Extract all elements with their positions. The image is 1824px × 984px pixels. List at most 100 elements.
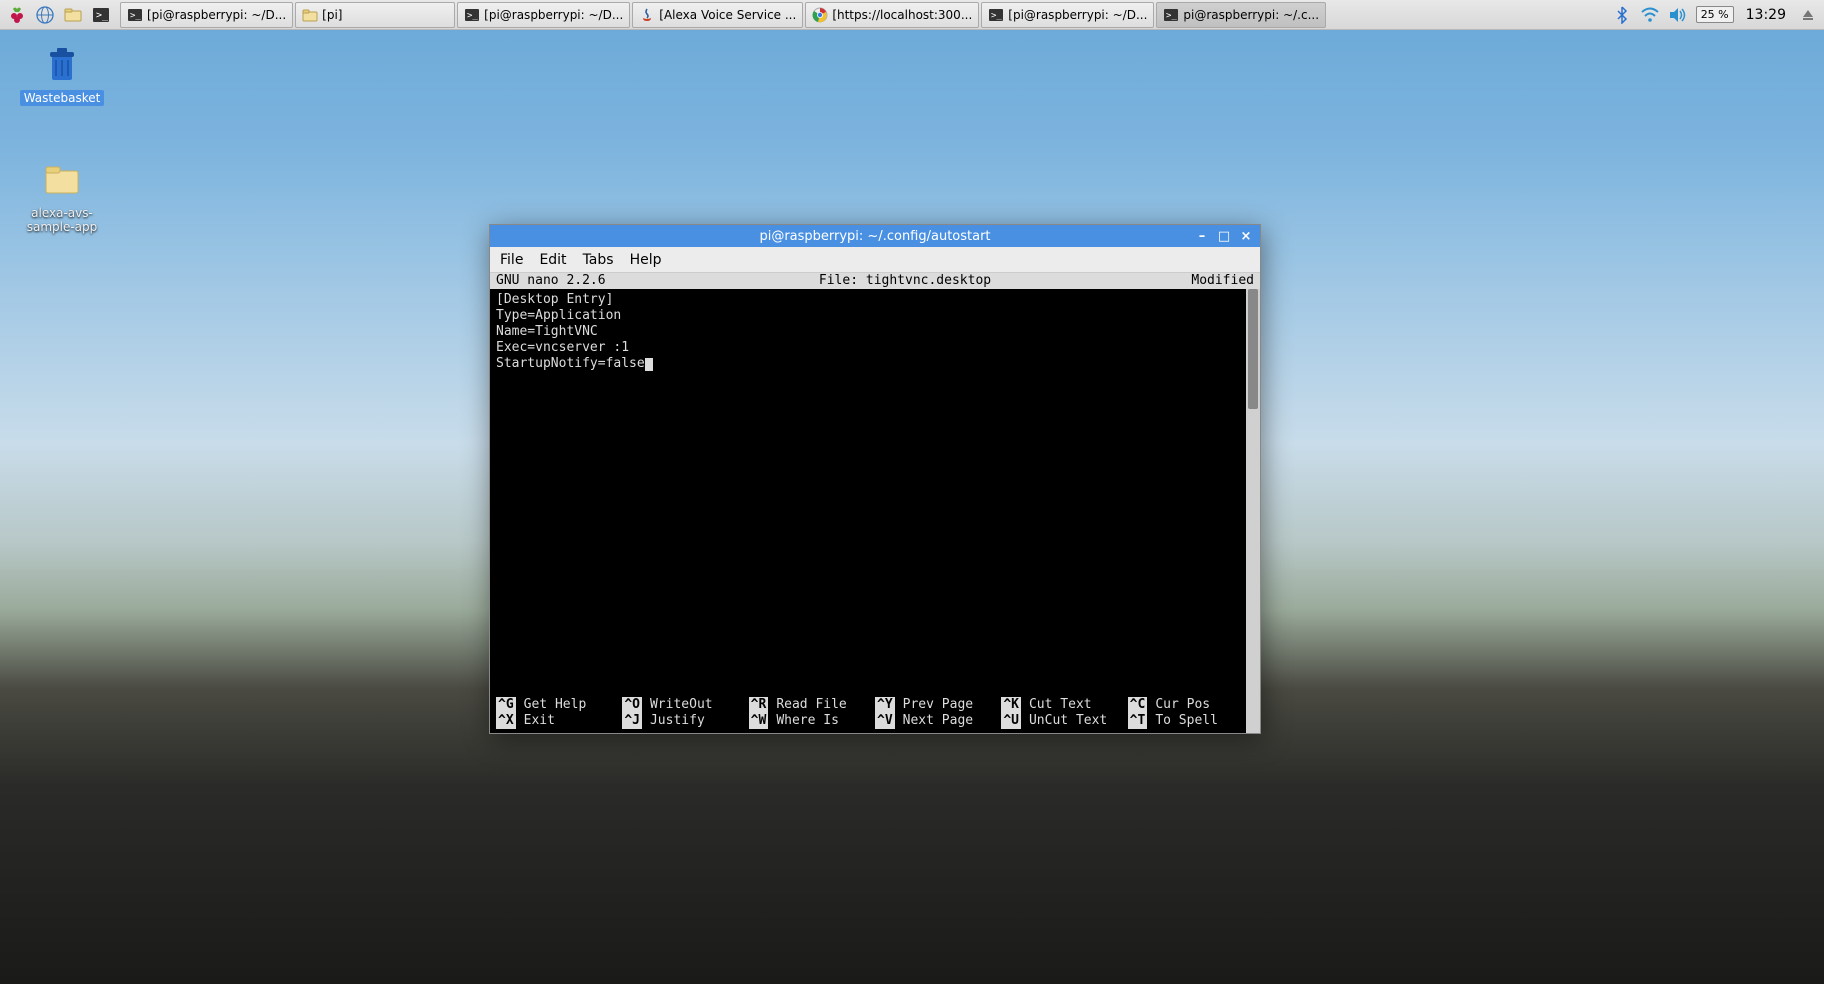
nano-shortcut: ^J Justify <box>622 713 748 729</box>
nano-shortcut: ^GGet Help <box>496 697 622 713</box>
volume-icon[interactable] <box>1668 5 1688 25</box>
shortcut-key: ^V <box>875 713 895 729</box>
nano-shortcuts: ^GGet Help^O WriteOut ^R Read File ^Y Prev Pa… <box>490 695 1260 733</box>
shortcut-key: ^U <box>1001 713 1021 729</box>
nano-shortcut: ^TTo Spell <box>1128 713 1254 729</box>
menu-edit[interactable]: Edit <box>539 252 566 268</box>
desktop-folder-label: alexa-avs-sample-app <box>20 205 104 235</box>
svg-text:>_: >_ <box>130 11 141 21</box>
window-titlebar[interactable]: pi@raspberrypi: ~/.config/autostart – □ … <box>490 225 1260 247</box>
taskbar-app-label: [pi@raspberrypi: ~/D... <box>147 8 286 22</box>
terminal-area[interactable]: GNU nano 2.2.6 File: tightvnc.desktop Mo… <box>490 273 1260 733</box>
nano-shortcut: ^U UnCut Text <box>1001 713 1127 729</box>
menu-help[interactable]: Help <box>630 252 662 268</box>
taskbar-app-button[interactable]: >_ [pi@raspberrypi: ~/D... <box>457 2 630 28</box>
nano-shortcut: ^XExit <box>496 713 622 729</box>
shortcut-key: ^X <box>496 713 516 729</box>
folder-icon <box>302 7 318 23</box>
trash-icon <box>38 40 86 88</box>
shortcut-key: ^R <box>749 697 769 713</box>
nano-shortcut: ^V Next Page <box>875 713 1001 729</box>
taskbar-app-buttons: >_ [pi@raspberrypi: ~/D... [pi] >_ [pi@raspb… <box>120 2 1612 28</box>
shortcut-key: ^J <box>622 713 642 729</box>
terminal-menubar: File Edit Tabs Help <box>490 247 1260 273</box>
browser-icon[interactable] <box>32 2 58 28</box>
terminal-window: pi@raspberrypi: ~/.config/autostart – □ … <box>489 224 1261 734</box>
shortcut-label: To Spell <box>1155 713 1218 729</box>
java-icon <box>639 7 655 23</box>
minimize-button[interactable]: – <box>1194 228 1210 244</box>
svg-text:>_: >_ <box>991 11 1002 21</box>
nano-shortcut: ^W Where Is <box>749 713 875 729</box>
shortcut-label: Justify <box>650 713 705 729</box>
editor-line: Exec=vncserver :1 <box>496 340 1254 356</box>
filemanager-icon[interactable] <box>60 2 86 28</box>
folder-icon <box>38 155 86 203</box>
shortcut-label: Read File <box>776 697 846 713</box>
nano-editor-body[interactable]: [Desktop Entry]Type=ApplicationName=Tigh… <box>490 289 1260 695</box>
taskbar-launchers: >_ <box>0 2 114 28</box>
shortcut-key: ^Y <box>875 697 895 713</box>
shortcut-label: Where Is <box>776 713 839 729</box>
systray: 25 % 13:29 <box>1612 5 1824 25</box>
terminal-launch-icon[interactable]: >_ <box>88 2 114 28</box>
terminal-icon: >_ <box>1163 7 1179 23</box>
terminal-icon: >_ <box>127 7 143 23</box>
shortcut-key: ^K <box>1001 697 1021 713</box>
bluetooth-icon[interactable] <box>1612 5 1632 25</box>
svg-text:>_: >_ <box>1166 11 1177 21</box>
taskbar-app-label: pi@raspberrypi: ~/.c... <box>1183 8 1319 22</box>
taskbar-app-label: [Alexa Voice Service ... <box>659 8 796 22</box>
desktop-folder-alexa[interactable]: alexa-avs-sample-app <box>20 155 104 235</box>
battery-indicator[interactable]: 25 % <box>1696 6 1734 23</box>
wifi-icon[interactable] <box>1640 5 1660 25</box>
window-controls: – □ × <box>1194 228 1254 244</box>
nano-status: Modified <box>1134 273 1254 289</box>
editor-line: StartupNotify=false <box>496 356 1254 372</box>
taskbar-app-label: [pi@raspberrypi: ~/D... <box>484 8 623 22</box>
taskbar-app-button[interactable]: [Alexa Voice Service ... <box>632 2 803 28</box>
maximize-button[interactable]: □ <box>1216 228 1232 244</box>
nano-shortcut: ^CCur Pos <box>1128 697 1254 713</box>
shortcut-key: ^C <box>1128 697 1148 713</box>
shortcut-label: Prev Page <box>903 697 973 713</box>
shortcut-key: ^O <box>622 697 642 713</box>
menu-tabs[interactable]: Tabs <box>583 252 614 268</box>
svg-text:>_: >_ <box>467 11 478 21</box>
scrollbar-thumb[interactable] <box>1248 289 1258 409</box>
text-cursor <box>645 358 653 371</box>
desktop-wastebasket-label: Wastebasket <box>20 90 105 106</box>
terminal-icon: >_ <box>988 7 1004 23</box>
editor-line: Type=Application <box>496 308 1254 324</box>
shortcut-label: Cut Text <box>1029 697 1092 713</box>
chrome-icon <box>812 7 828 23</box>
taskbar-app-button[interactable]: >_ [pi@raspberrypi: ~/D... <box>981 2 1154 28</box>
nano-version: GNU nano 2.2.6 <box>496 273 676 289</box>
taskbar-app-label: [https://localhost:300... <box>832 8 972 22</box>
desktop-wastebasket[interactable]: Wastebasket <box>20 40 104 106</box>
shortcut-key: ^W <box>749 713 769 729</box>
terminal-icon: >_ <box>464 7 480 23</box>
taskbar-app-button[interactable]: [https://localhost:300... <box>805 2 979 28</box>
shortcut-label: WriteOut <box>650 697 713 713</box>
taskbar-app-button[interactable]: [pi] <box>295 2 455 28</box>
menu-raspberry-icon[interactable] <box>4 2 30 28</box>
clock[interactable]: 13:29 <box>1742 7 1790 23</box>
nano-shortcut: ^R Read File <box>749 697 875 713</box>
taskbar-app-button[interactable]: >_ pi@raspberrypi: ~/.c... <box>1156 2 1326 28</box>
editor-line: Name=TightVNC <box>496 324 1254 340</box>
window-title: pi@raspberrypi: ~/.config/autostart <box>759 229 990 244</box>
shortcut-label: Next Page <box>903 713 973 729</box>
editor-line: [Desktop Entry] <box>496 292 1254 308</box>
nano-shortcut: ^Y Prev Page <box>875 697 1001 713</box>
nano-filename: File: tightvnc.desktop <box>676 273 1134 289</box>
menu-file[interactable]: File <box>500 252 523 268</box>
close-button[interactable]: × <box>1238 228 1254 244</box>
taskbar-app-button[interactable]: >_ [pi@raspberrypi: ~/D... <box>120 2 293 28</box>
eject-icon[interactable] <box>1798 5 1818 25</box>
shortcut-label: UnCut Text <box>1029 713 1107 729</box>
shortcut-key: ^G <box>496 697 516 713</box>
nano-shortcut: ^O WriteOut <box>622 697 748 713</box>
taskbar-app-label: [pi@raspberrypi: ~/D... <box>1008 8 1147 22</box>
terminal-scrollbar[interactable] <box>1246 289 1260 733</box>
